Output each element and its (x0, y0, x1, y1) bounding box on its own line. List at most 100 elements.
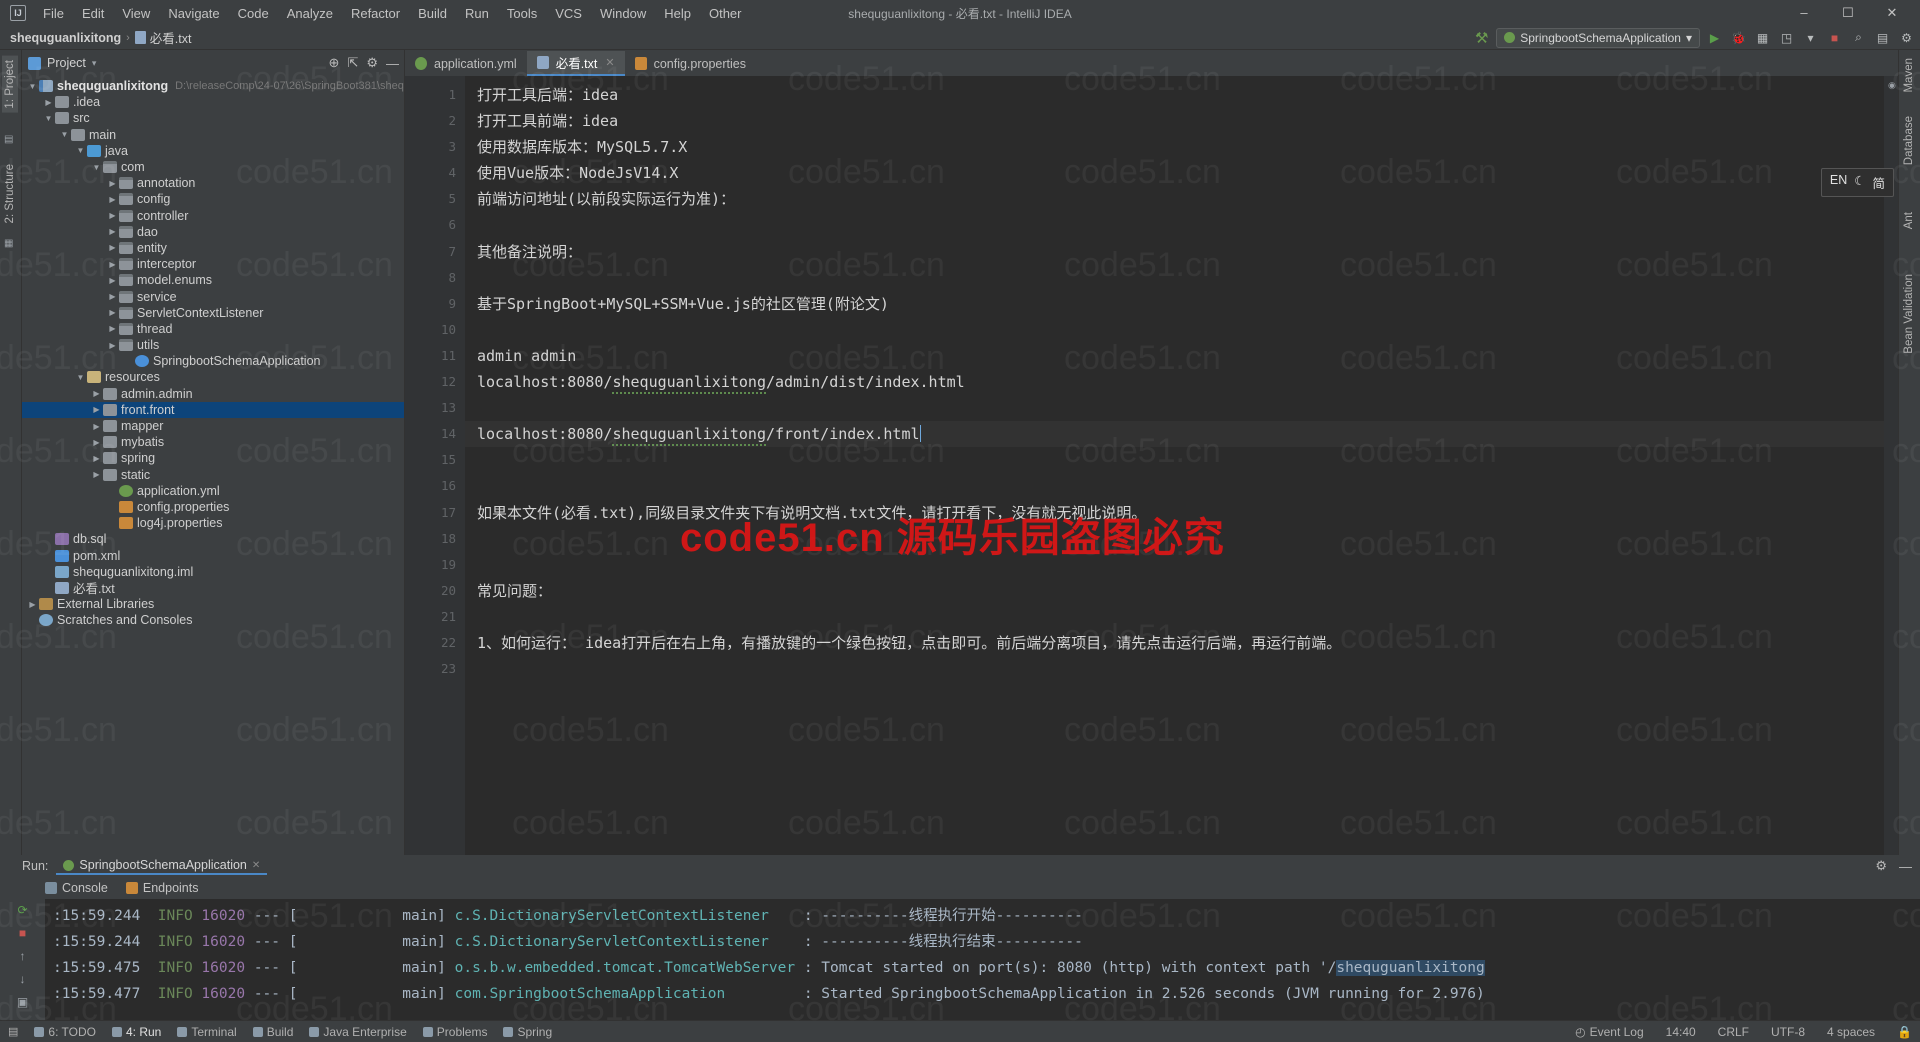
chevron-down-icon[interactable]: ▼ (26, 82, 39, 91)
chevron-right-icon[interactable]: ▶ (90, 438, 103, 447)
code-line[interactable]: 打开工具前端：idea (465, 108, 1884, 134)
code-line[interactable] (465, 317, 1884, 343)
folder-icon[interactable]: ▤ (4, 134, 18, 148)
code-line[interactable] (465, 395, 1884, 421)
code-line[interactable]: 1、如何运行： idea打开后在右上角，有播放键的一个绿色按钮，点击即可。前后端… (465, 630, 1884, 656)
code-line[interactable]: 基于SpringBoot+MySQL+SSM+Vue.js的社区管理(附论文) (465, 291, 1884, 317)
code-line[interactable] (465, 447, 1884, 473)
tree-node[interactable]: ▶ interceptor (22, 256, 404, 272)
code-line[interactable] (465, 656, 1884, 682)
code-line[interactable]: localhost:8080/shequguanlixitong/front/i… (465, 421, 1884, 448)
menu-item-window[interactable]: Window (591, 3, 655, 24)
tree-node[interactable]: ▶ static (22, 467, 404, 483)
chevron-down-icon[interactable]: ▼ (74, 146, 87, 155)
hide-panel-icon[interactable]: — (386, 56, 399, 71)
menu-item-analyze[interactable]: Analyze (278, 3, 342, 24)
stop-icon[interactable]: ■ (1825, 28, 1844, 47)
menu-item-run[interactable]: Run (456, 3, 498, 24)
tree-node[interactable]: ▶ mybatis (22, 434, 404, 450)
code-line[interactable]: 使用Vue版本：NodeJsV14.X (465, 160, 1884, 186)
console-output[interactable]: :15:59.244 INFO 16020 --- [ main] c.S.Di… (45, 899, 1920, 1020)
status-bar-item-terminal[interactable]: Terminal (177, 1025, 237, 1039)
tree-node[interactable]: ▼ com (22, 159, 404, 175)
file-encoding[interactable]: UTF-8 (1771, 1025, 1805, 1039)
chevron-down-icon[interactable]: ▼ (42, 114, 55, 123)
chevron-right-icon[interactable]: ▶ (106, 308, 119, 317)
status-bar-item-build[interactable]: Build (252, 1025, 293, 1039)
run-tab[interactable]: SpringbootSchemaApplication ✕ (56, 857, 268, 875)
sidebar-item-maven[interactable]: Maven (1901, 54, 1917, 97)
chevron-right-icon[interactable]: ▶ (26, 600, 39, 609)
tree-node[interactable]: ▶SpringbootSchemaApplication (22, 353, 404, 369)
chevron-right-icon[interactable]: ▶ (90, 470, 103, 479)
minimize-icon[interactable]: — (1899, 859, 1912, 874)
tree-node[interactable]: ▼ resources (22, 369, 404, 385)
menu-item-help[interactable]: Help (655, 3, 700, 24)
chevron-right-icon[interactable]: ▶ (106, 292, 119, 301)
tree-node[interactable]: ▶Scratches and Consoles (22, 612, 404, 628)
run-subtab[interactable]: Endpoints (125, 881, 198, 895)
structure-icon[interactable]: ▦ (4, 238, 18, 252)
tree-node-selected[interactable]: ▶ front.front (22, 401, 404, 418)
status-bar-item-problems[interactable]: Problems (422, 1025, 487, 1039)
tree-node[interactable]: ▶ mapper (22, 418, 404, 434)
menu-item-edit[interactable]: Edit (73, 3, 113, 24)
tree-node[interactable]: ▶ annotation (22, 175, 404, 191)
chevron-right-icon[interactable]: ▶ (106, 179, 119, 188)
chevron-right-icon[interactable]: ▶ (90, 422, 103, 431)
chevron-right-icon[interactable]: ▶ (90, 389, 103, 398)
menu-item-view[interactable]: View (113, 3, 159, 24)
tree-node[interactable]: ▶log4j.properties (22, 515, 404, 531)
stop-icon[interactable]: ■ (19, 926, 26, 940)
code-line[interactable]: 前端访问地址(以前段实际运行为准)： (465, 186, 1884, 212)
up-icon[interactable]: ↑ (20, 949, 26, 963)
tree-node[interactable]: ▶ spring (22, 450, 404, 466)
hammer-build-icon[interactable]: ⚒ (1472, 28, 1491, 47)
status-bar-item-run[interactable]: 4: Run (111, 1025, 161, 1039)
menu-item-other[interactable]: Other (700, 3, 751, 24)
editor-tab[interactable]: config.properties (625, 51, 756, 76)
sidebar-item-ant[interactable]: Ant (1901, 208, 1917, 233)
tree-node[interactable]: ▶ External Libraries (22, 596, 404, 612)
camera-icon[interactable]: ▣ (17, 995, 28, 1009)
collapse-all-icon[interactable]: ⇱ (347, 55, 358, 71)
editor-tab[interactable]: application.yml (405, 51, 527, 76)
close-button[interactable]: ✕ (1870, 0, 1914, 26)
lock-icon[interactable]: 🔒 (1897, 1025, 1912, 1039)
tree-node[interactable]: ▶ ServletContextListener (22, 305, 404, 321)
close-icon[interactable]: ✕ (252, 860, 260, 871)
tree-node[interactable]: ▶ dao (22, 224, 404, 240)
chevron-down-icon[interactable]: ▼ (74, 373, 87, 382)
status-bar-item-spring[interactable]: Spring (503, 1025, 552, 1039)
code-line[interactable]: 其他备注说明： (465, 239, 1884, 265)
code-line[interactable] (465, 473, 1884, 499)
code-line[interactable] (465, 604, 1884, 630)
code-line[interactable] (465, 265, 1884, 291)
line-separator[interactable]: CRLF (1718, 1025, 1749, 1039)
menu-item-build[interactable]: Build (409, 3, 456, 24)
profile-icon[interactable]: ◳ (1777, 28, 1796, 47)
rerun-icon[interactable]: ⟳ (17, 903, 27, 917)
tree-node[interactable]: ▶必看.txt (22, 580, 404, 596)
run-configuration-selector[interactable]: SpringbootSchemaApplication ▾ (1496, 27, 1700, 48)
sidebar-item-project[interactable]: 1: Project (2, 56, 18, 113)
chevron-right-icon[interactable]: ▶ (106, 260, 119, 269)
menu-item-navigate[interactable]: Navigate (159, 3, 228, 24)
code-line[interactable]: admin admin (465, 343, 1884, 369)
tree-node[interactable]: ▶ config (22, 191, 404, 207)
code-line[interactable] (465, 212, 1884, 238)
menu-item-tools[interactable]: Tools (498, 3, 546, 24)
run-icon[interactable]: ▶ (1705, 28, 1724, 47)
tree-node[interactable]: ▼ src (22, 110, 404, 126)
tree-node[interactable]: ▶ .idea (22, 94, 404, 110)
gear-icon[interactable]: ⚙ (366, 55, 378, 71)
sidebar-item-database[interactable]: Database (1901, 112, 1917, 169)
chevron-right-icon[interactable]: ▶ (90, 405, 103, 414)
breadcrumb-project[interactable]: shequguanlixitong (10, 31, 121, 45)
status-bar-item-todo[interactable]: 6: TODO (34, 1025, 96, 1039)
menu-item-refactor[interactable]: Refactor (342, 3, 409, 24)
chevron-down-icon[interactable]: ▾ (92, 58, 97, 69)
code-line[interactable]: 常见问题： (465, 578, 1884, 604)
tree-node[interactable]: ▶ controller (22, 208, 404, 224)
down-icon[interactable]: ↓ (20, 972, 26, 986)
